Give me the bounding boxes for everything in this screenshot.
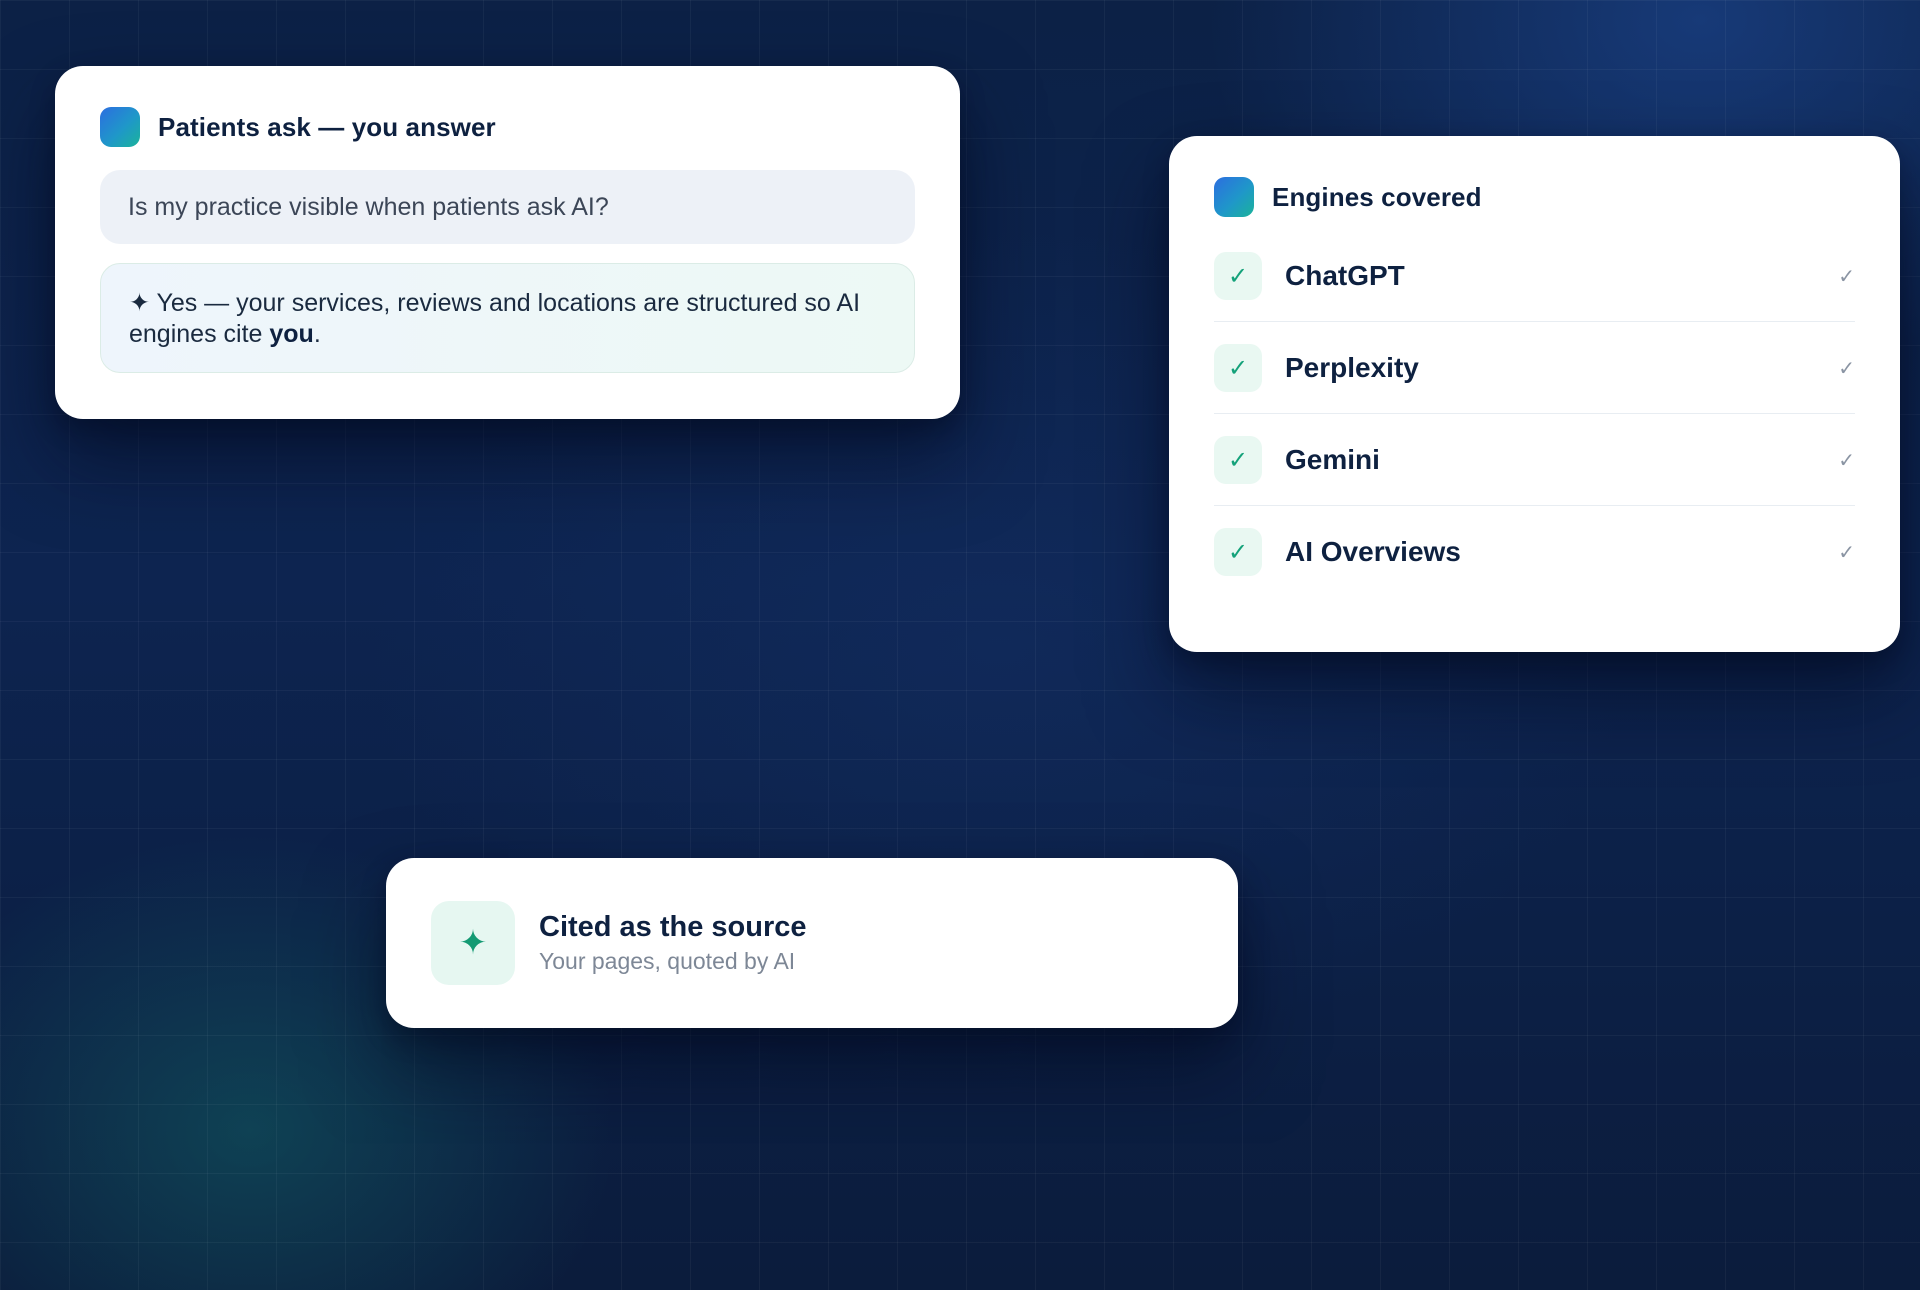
check-badge-icon: ✓ (1214, 435, 1262, 484)
engine-row-gemini: ✓ Gemini ✓ (1214, 414, 1855, 506)
cited-as-source-card: ✦ Cited as the source Your pages, quoted… (386, 858, 1238, 1028)
question-text: Is my practice visible when patients ask… (128, 192, 609, 221)
sparkle-icon: ✦ (129, 289, 150, 317)
engine-row-chatgpt: ✓ ChatGPT ✓ (1214, 230, 1855, 322)
check-icon: ✓ (1838, 540, 1855, 564)
check-badge-icon: ✓ (1214, 343, 1262, 392)
sparkle-icon: ✦ (431, 901, 515, 985)
answer-end: . (313, 320, 321, 348)
check-icon: ✓ (1838, 447, 1855, 472)
check-badge-icon: ✓ (1214, 528, 1262, 576)
engine-name: AI Overviews (1285, 536, 1461, 567)
engine-name: Perplexity (1285, 351, 1419, 383)
check-icon: ✓ (1838, 263, 1855, 288)
engine-row-ai-overviews: ✓ AI Overviews ✓ (1214, 506, 1855, 598)
cited-title: Cited as the source (539, 911, 807, 943)
qa-card-title: Patients ask — you answer (158, 111, 496, 142)
brand-logo-icon (1214, 177, 1254, 217)
patients-ask-card: Patients ask — you answer Is my practice… (55, 66, 960, 419)
question-bubble: Is my practice visible when patients ask… (100, 170, 915, 244)
engines-covered-card: Engines covered ✓ ChatGPT ✓ ✓ Perplexity… (1169, 136, 1900, 652)
answer-bubble: ✦ Yes — your services, reviews and locat… (100, 263, 915, 373)
qa-card-header: Patients ask — you answer (100, 107, 915, 147)
engine-row-perplexity: ✓ Perplexity ✓ (1214, 322, 1855, 414)
engines-card-title: Engines covered (1272, 181, 1482, 212)
cited-subtitle: Your pages, quoted by AI (539, 948, 796, 974)
answer-emphasis: you (269, 320, 314, 348)
engine-name: Gemini (1285, 443, 1380, 475)
answer-text: Yes — your services, reviews and locatio… (129, 289, 861, 348)
check-icon: ✓ (1838, 355, 1855, 380)
cited-text-block: Cited as the source Your pages, quoted b… (539, 911, 807, 975)
check-badge-icon: ✓ (1214, 251, 1262, 300)
engine-list: ✓ ChatGPT ✓ ✓ Perplexity ✓ ✓ Gemini ✓ ✓ … (1214, 230, 1855, 598)
brand-logo-icon (100, 107, 140, 147)
engine-name: ChatGPT (1285, 259, 1405, 291)
engines-card-header: Engines covered (1214, 177, 1855, 217)
